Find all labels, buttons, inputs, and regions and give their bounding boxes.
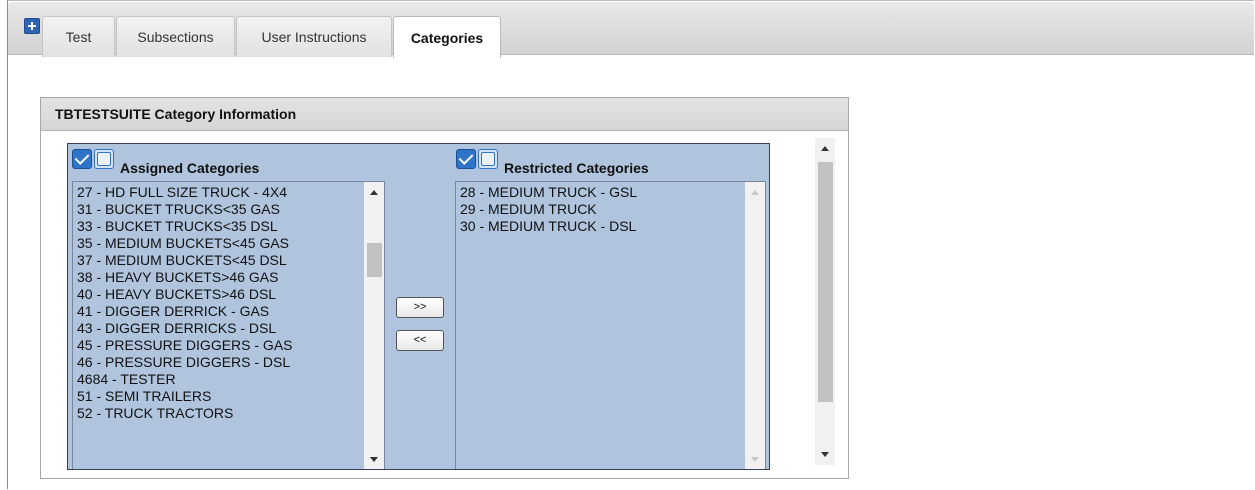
list-item[interactable]: 4684 - TESTER bbox=[77, 371, 384, 388]
list-item[interactable]: 31 - BUCKET TRUCKS<35 GAS bbox=[77, 201, 384, 218]
assigned-categories-list[interactable]: 27 - HD FULL SIZE TRUCK - 4X4 31 - BUCKET… bbox=[72, 181, 385, 469]
list-item[interactable]: 28 - MEDIUM TRUCK - GSL bbox=[460, 184, 765, 201]
list-item[interactable]: 33 - BUCKET TRUCKS<35 DSL bbox=[77, 218, 384, 235]
list-item[interactable]: 38 - HEAVY BUCKETS>46 GAS bbox=[77, 269, 384, 286]
restricted-categories-title: Restricted Categories bbox=[504, 160, 649, 176]
category-editor: Assigned Categories 27 - HD FULL SIZE TR… bbox=[67, 143, 770, 470]
tab-categories[interactable]: Categories bbox=[393, 16, 501, 58]
restricted-items: 28 - MEDIUM TRUCK - GSL 29 - MEDIUM TRUCK… bbox=[456, 182, 765, 235]
select-none-restricted-checkbox-icon[interactable] bbox=[478, 149, 498, 169]
list-item[interactable]: 43 - DIGGER DERRICKS - DSL bbox=[77, 320, 384, 337]
assigned-items: 27 - HD FULL SIZE TRUCK - 4X4 31 - BUCKET… bbox=[73, 182, 384, 422]
select-none-assigned-checkbox-icon[interactable] bbox=[94, 149, 114, 169]
tab-bar: Test Subsections User Instructions Categ… bbox=[8, 2, 1254, 58]
panel-scrollbar[interactable] bbox=[815, 138, 835, 465]
tab-subsections[interactable]: Subsections bbox=[116, 16, 235, 57]
assigned-categories-title: Assigned Categories bbox=[120, 160, 260, 176]
tab-label: Test bbox=[65, 29, 92, 45]
scroll-thumb[interactable] bbox=[818, 162, 833, 402]
assigned-list-scrollbar[interactable] bbox=[364, 182, 384, 469]
restricted-categories-list[interactable]: 28 - MEDIUM TRUCK - GSL 29 - MEDIUM TRUCK… bbox=[455, 181, 766, 469]
panel-title: TBTESTSUITE Category Information bbox=[41, 98, 848, 131]
list-item[interactable]: 29 - MEDIUM TRUCK bbox=[460, 201, 765, 218]
scroll-up-icon bbox=[751, 190, 759, 195]
tab-test[interactable]: Test bbox=[42, 16, 115, 57]
scroll-down-icon[interactable] bbox=[821, 452, 829, 457]
tab-label: User Instructions bbox=[261, 29, 367, 45]
move-to-assigned-button[interactable]: << bbox=[396, 330, 444, 351]
list-item[interactable]: 37 - MEDIUM BUCKETS<45 DSL bbox=[77, 252, 384, 269]
tab-label: Categories bbox=[410, 29, 484, 46]
plus-icon[interactable] bbox=[24, 18, 40, 34]
list-item[interactable]: 52 - TRUCK TRACTORS bbox=[77, 405, 384, 422]
scroll-down-icon bbox=[751, 457, 759, 462]
select-all-restricted-checkbox-icon[interactable] bbox=[456, 149, 476, 169]
list-item[interactable]: 27 - HD FULL SIZE TRUCK - 4X4 bbox=[77, 184, 384, 201]
scroll-up-icon[interactable] bbox=[370, 190, 378, 195]
tab-label: Subsections bbox=[137, 29, 214, 45]
scroll-down-icon[interactable] bbox=[370, 457, 378, 462]
move-to-restricted-button[interactable]: >> bbox=[396, 297, 444, 318]
select-all-assigned-checkbox-icon[interactable] bbox=[72, 149, 92, 169]
list-item[interactable]: 45 - PRESSURE DIGGERS - GAS bbox=[77, 337, 384, 354]
category-information-panel: TBTESTSUITE Category Information Assigne… bbox=[40, 97, 849, 479]
scroll-up-icon[interactable] bbox=[821, 146, 829, 151]
list-item[interactable]: 35 - MEDIUM BUCKETS<45 GAS bbox=[77, 235, 384, 252]
tab-user-instructions[interactable]: User Instructions bbox=[236, 16, 392, 57]
list-item[interactable]: 41 - DIGGER DERRICK - GAS bbox=[77, 303, 384, 320]
list-item[interactable]: 51 - SEMI TRAILERS bbox=[77, 388, 384, 405]
list-item[interactable]: 46 - PRESSURE DIGGERS - DSL bbox=[77, 354, 384, 371]
list-item[interactable]: 30 - MEDIUM TRUCK - DSL bbox=[460, 218, 765, 235]
restricted-list-scrollbar bbox=[745, 182, 765, 469]
list-item[interactable]: 40 - HEAVY BUCKETS>46 DSL bbox=[77, 286, 384, 303]
scroll-thumb[interactable] bbox=[367, 243, 382, 277]
